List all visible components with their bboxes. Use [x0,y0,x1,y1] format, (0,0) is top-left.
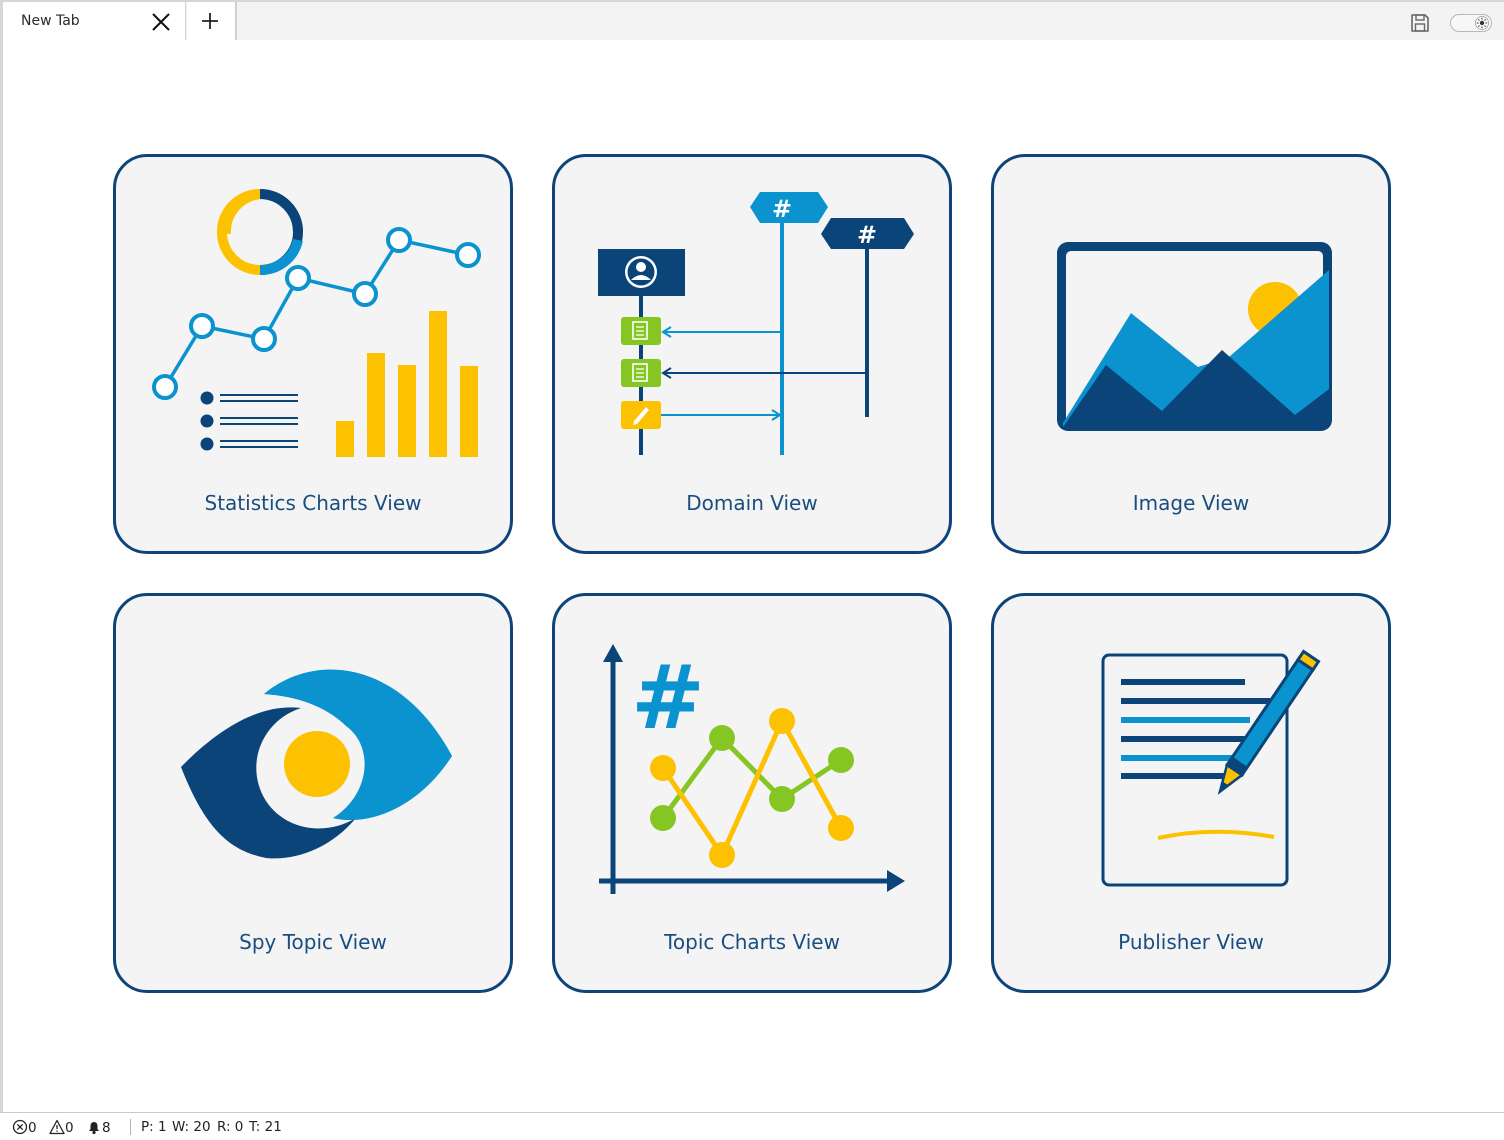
status-w: W: 20 [172,1119,211,1135]
warnings-count: 0 [65,1120,74,1136]
tab-bar: New Tab [3,0,1504,40]
statistics-charts-view-card[interactable]: Statistics Charts View [113,154,513,554]
status-divider [130,1119,131,1135]
warnings-indicator[interactable]: 0 [49,1119,74,1136]
tab-label: New Tab [21,13,80,29]
card-label: Spy Topic View [239,930,387,954]
close-icon[interactable] [151,12,171,32]
publisher-view-card[interactable]: Publisher View [991,593,1391,993]
image-view-card[interactable]: Image View [991,154,1391,554]
error-icon [12,1119,28,1135]
bell-icon [89,1122,99,1135]
topic-charts-view-card[interactable]: # Topic Charts View [552,593,952,993]
warning-icon [49,1119,65,1135]
theme-toggle[interactable] [1450,14,1492,32]
save-icon[interactable] [1409,12,1431,34]
notifications-count: 8 [102,1120,111,1136]
errors-count: 0 [28,1120,37,1136]
plus-icon [202,13,218,29]
status-t: T: 21 [249,1119,282,1135]
status-r: R: 0 [217,1119,244,1135]
card-label: Topic Charts View [664,930,840,954]
spy-topic-view-card[interactable]: Spy Topic View [113,593,513,993]
status-p: P: 1 [141,1119,167,1135]
status-bar: 0 0 8 P: 1 W: 20 R: 0 T: 21 [0,1112,1504,1140]
window-frame [0,0,3,1140]
svg-text:#: # [772,195,792,223]
card-label: Statistics Charts View [204,491,422,515]
tab-new-tab[interactable]: New Tab [3,2,186,40]
add-tab-button[interactable] [187,2,237,40]
card-label: Image View [1132,491,1250,515]
errors-indicator[interactable]: 0 [12,1119,37,1136]
sun-icon [1475,16,1489,30]
domain-view-card[interactable]: # # Domain View [552,154,952,554]
svg-text:#: # [857,221,877,249]
card-label: Publisher View [1118,930,1264,954]
card-label: Domain View [686,491,818,515]
svg-text:#: # [631,646,705,749]
notifications-indicator[interactable]: 8 [86,1119,111,1136]
